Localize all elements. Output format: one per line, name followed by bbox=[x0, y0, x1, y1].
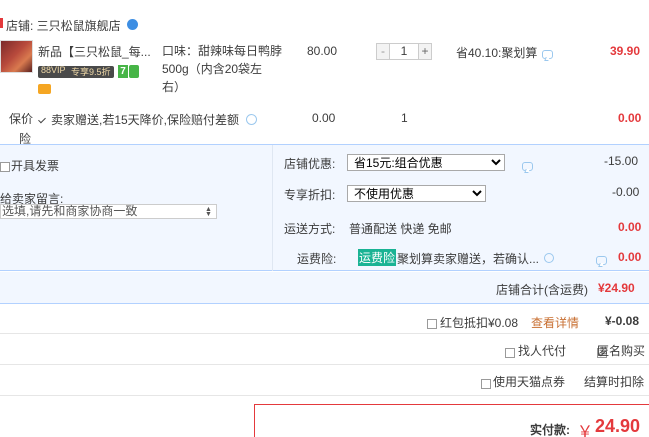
exclusive-discount-amount: -0.00 bbox=[612, 185, 640, 199]
sku-info: 口味：甜辣味每日鸭脖 500g（内含20袋左 右） bbox=[162, 42, 282, 96]
insurance-label-line-1: 保价 bbox=[9, 112, 34, 126]
shipping-amount: 0.00 bbox=[618, 220, 642, 234]
quantity-input[interactable]: 1 bbox=[390, 44, 418, 59]
divider bbox=[0, 395, 649, 396]
item-row: 新品【三只松鼠_每... 88VIP 专享9.5折 7 口味：甜辣味每日鸭脖 5… bbox=[0, 38, 649, 104]
shop-discount-select[interactable]: 省15元:组合优惠 bbox=[347, 154, 505, 171]
payment-currency: ￥ bbox=[577, 424, 594, 437]
redpacket-amount: ¥-0.08 bbox=[605, 314, 640, 328]
seven-day-return-icon: 7 bbox=[118, 65, 128, 78]
vip-badge-label: 88VIP bbox=[41, 65, 66, 75]
panel-divider bbox=[272, 145, 273, 271]
payment-options-row: 找人代付 匿名购买 bbox=[0, 334, 649, 364]
tmall-points-label[interactable]: 使用天猫点券 bbox=[493, 373, 565, 390]
freight-insurance-tag: 运费险 bbox=[358, 249, 397, 266]
tmall-points-checkbox[interactable] bbox=[481, 378, 491, 389]
exclusive-discount-label: 专享折扣: bbox=[284, 188, 336, 202]
freight-info-icon[interactable] bbox=[596, 256, 608, 266]
freight-insurance-label: 运费险: bbox=[297, 252, 337, 266]
product-title[interactable]: 新品【三只松鼠_每... bbox=[38, 43, 151, 60]
redpacket-details-link[interactable]: 查看详情 bbox=[531, 314, 579, 331]
insurance-label: 保价 险 bbox=[9, 109, 33, 149]
payment-box: 实付款: ￥ 24.90 bbox=[254, 404, 649, 437]
unit-price: 80.00 bbox=[307, 44, 338, 58]
freight-insurance-amount: 0.00 bbox=[618, 250, 642, 264]
deduct-on-checkout-label: 结算时扣除 bbox=[584, 375, 645, 389]
anonymous-label[interactable]: 匿名购买 bbox=[597, 342, 645, 359]
guarantee-icon bbox=[129, 65, 139, 78]
redpacket-checkbox[interactable] bbox=[427, 318, 437, 329]
wangwang-chat-icon[interactable] bbox=[127, 19, 138, 30]
insurance-qty: 1 bbox=[401, 111, 408, 125]
invoice-checkbox[interactable] bbox=[0, 161, 10, 172]
shop-total-label: 店铺合计(含运费) bbox=[496, 283, 588, 297]
quantity-stepper[interactable]: - 1 + bbox=[376, 43, 432, 60]
vip-badge-text: 专享9.5折 bbox=[71, 67, 111, 77]
insurance-help-icon[interactable] bbox=[246, 114, 257, 125]
shop-discount-info-icon[interactable] bbox=[522, 162, 534, 172]
payment-value: 24.90 bbox=[595, 416, 641, 436]
insurance-subtotal: 0.00 bbox=[618, 111, 642, 125]
exclusive-discount-select[interactable]: 不使用优惠 bbox=[347, 185, 486, 202]
sku-line-2: 500g（内含20袋左 bbox=[162, 62, 263, 76]
vip-badge: 88VIP 专享9.5折 bbox=[38, 65, 114, 78]
message-placeholder: 选填,请先和商家协商一致 bbox=[2, 204, 138, 218]
proxy-pay-label[interactable]: 找人代付 bbox=[518, 342, 566, 359]
tmall-points-row: 使用天猫点券 结算时扣除 bbox=[0, 365, 649, 395]
freight-insurance-text: 聚划算卖家赠送，若确认... bbox=[397, 252, 540, 266]
item-subtotal: 39.90 bbox=[610, 44, 641, 58]
insurance-price: 0.00 bbox=[312, 111, 336, 125]
message-input[interactable]: 选填,请先和商家协商一致 ▲ ▼ bbox=[0, 204, 217, 219]
payment-label: 实付款: bbox=[530, 423, 570, 437]
product-thumbnail[interactable] bbox=[0, 40, 33, 73]
discount-info-icon[interactable] bbox=[542, 50, 553, 60]
item-discount: 省40.10:聚划算 bbox=[456, 46, 538, 60]
shop-total-value: ¥24.90 bbox=[598, 281, 635, 295]
shop-total-row: 店铺合计(含运费) ¥24.90 bbox=[0, 272, 649, 304]
quantity-minus-button[interactable]: - bbox=[377, 44, 390, 59]
card-pay-icon bbox=[38, 84, 51, 94]
invoice-label[interactable]: 开具发票 bbox=[11, 157, 59, 174]
insurance-text: 卖家赠送,若15天降价,保险赔付差额 bbox=[51, 113, 240, 127]
shop-name[interactable]: 店铺: 三只松鼠旗舰店 bbox=[6, 17, 121, 34]
order-options-panel: 开具发票 给卖家留言: 选填,请先和商家协商一致 ▲ ▼ 店铺优惠: 省15元:组… bbox=[0, 144, 649, 271]
redpacket-label: 红包抵扣¥0.08 bbox=[440, 316, 519, 330]
insurance-row: 保价 险 卖家赠送,若15天降价,保险赔付差额 0.00 1 0.00 bbox=[0, 104, 649, 146]
shop-discount-amount: -15.00 bbox=[604, 154, 639, 168]
sku-line-1: 口味：甜辣味每日鸭脖 bbox=[162, 44, 283, 58]
shop-icon bbox=[0, 18, 3, 28]
freight-help-icon[interactable] bbox=[544, 253, 554, 263]
message-resize-icon[interactable]: ▲ ▼ bbox=[205, 206, 212, 218]
shipping-label: 运送方式: bbox=[284, 222, 336, 236]
insurance-checkbox[interactable] bbox=[38, 116, 48, 126]
redpacket-row: 红包抵扣¥0.08 查看详情 ¥-0.08 bbox=[0, 305, 649, 333]
proxy-pay-checkbox[interactable] bbox=[505, 347, 515, 358]
sku-line-3: 右） bbox=[162, 80, 187, 94]
shop-discount-label: 店铺优惠: bbox=[284, 157, 336, 171]
quantity-plus-button[interactable]: + bbox=[418, 44, 431, 59]
shipping-value: 普通配送 快递 免邮 bbox=[349, 222, 452, 236]
shop-header: 店铺: 三只松鼠旗舰店 bbox=[0, 14, 649, 36]
